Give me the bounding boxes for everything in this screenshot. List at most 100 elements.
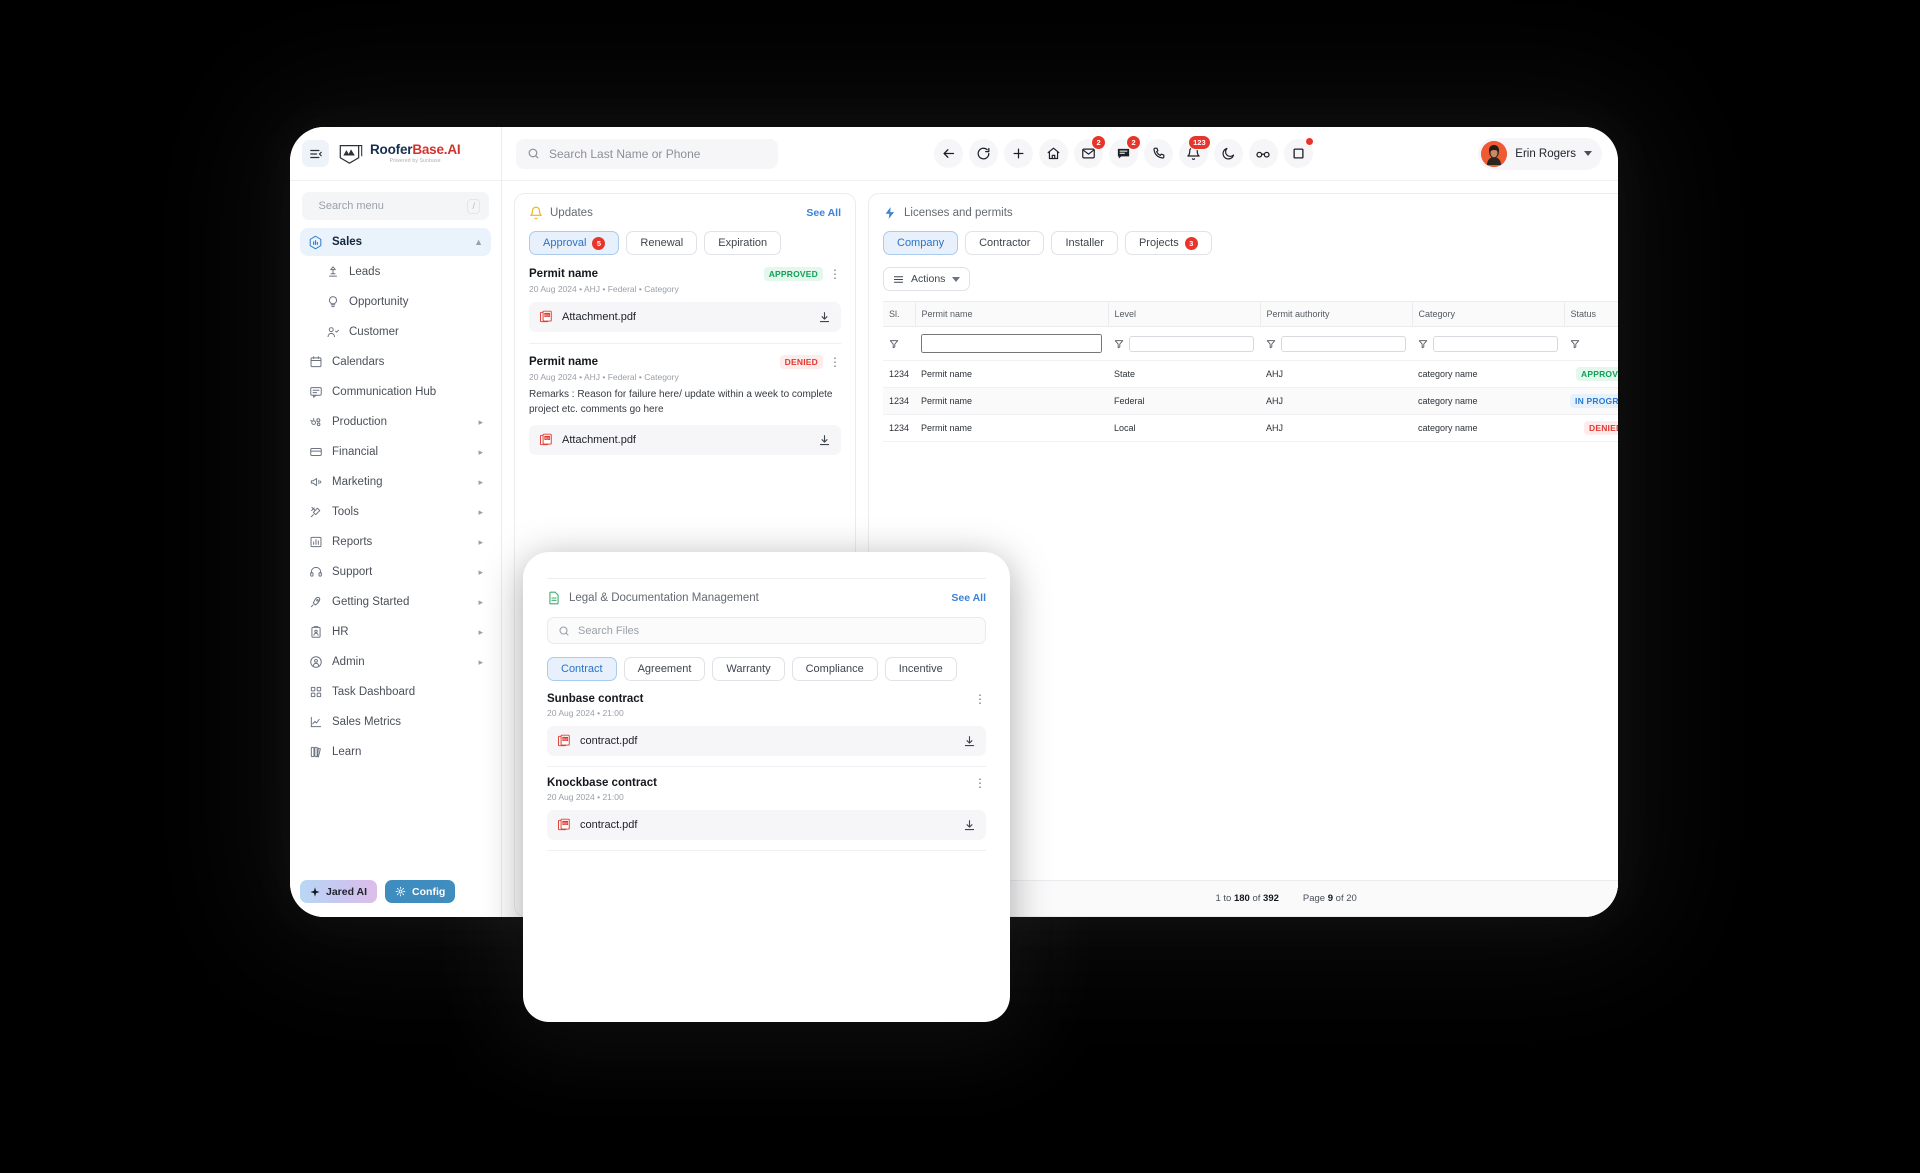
more-options-icon[interactable]: ⋮: [829, 356, 841, 368]
download-icon[interactable]: [818, 434, 831, 447]
update-item: Permit name DENIED ⋮ 20 Aug 2024 • AHJ • Fe…: [529, 355, 841, 466]
licenses-tab-projects[interactable]: Projects 3: [1124, 231, 1212, 255]
glasses-button[interactable]: [1248, 139, 1278, 168]
table-row[interactable]: 1234 Permit name Local AHJ category name DENI…: [883, 414, 1618, 442]
sidebar-item-marketing[interactable]: Marketing ▸: [300, 468, 491, 496]
download-icon[interactable]: [963, 735, 976, 748]
sidebar-item-support[interactable]: Support ▸: [300, 558, 491, 586]
leads-icon: [326, 265, 340, 280]
attachment-row[interactable]: PDF Attachment.pdf: [529, 425, 841, 455]
sidebar-item-opportunity[interactable]: Opportunity: [300, 288, 491, 316]
updates-tab-approval[interactable]: Approval 5: [529, 231, 620, 255]
grid-icon: [308, 685, 323, 700]
table-row[interactable]: 1234 Permit name Federal AHJ category name IN…: [883, 387, 1618, 415]
phone-button[interactable]: [1143, 139, 1173, 168]
filter-icon[interactable]: [1570, 339, 1580, 349]
sidebar-item-communication-hub[interactable]: Communication Hub: [300, 378, 491, 406]
filter-icon[interactable]: [1418, 339, 1428, 349]
update-remark: Remarks : Reason for failure here/ updat…: [529, 389, 833, 415]
more-options-icon[interactable]: ⋮: [829, 268, 841, 280]
documents-tab-agreement[interactable]: Agreement: [623, 657, 706, 681]
profile-menu[interactable]: Erin Rogers: [1478, 137, 1602, 170]
filter-icon[interactable]: [1266, 339, 1276, 349]
sidebar-item-label: Sales Metrics: [332, 716, 402, 728]
sidebar-item-tools[interactable]: Tools ▸: [300, 498, 491, 526]
jared-ai-button[interactable]: Jared AI: [300, 880, 378, 903]
chip-label: Contract: [561, 663, 603, 675]
bell-button[interactable]: 123: [1178, 135, 1211, 168]
cell-level: Local: [1108, 414, 1261, 442]
table-row[interactable]: 1234 Permit name State AHJ category name APPR…: [883, 360, 1618, 388]
customer-icon: [326, 325, 340, 340]
update-item-header: Permit name APPROVED ⋮: [529, 267, 841, 281]
modal-see-all-link[interactable]: See All: [951, 592, 986, 604]
global-search[interactable]: [516, 138, 778, 169]
filter-authority-input[interactable]: [1281, 335, 1407, 352]
sidebar-item-admin[interactable]: Admin ▸: [300, 648, 491, 676]
moon-button[interactable]: [1213, 139, 1243, 168]
sidebar-item-hr[interactable]: HR ▸: [300, 618, 491, 646]
actions-dropdown-button[interactable]: Actions: [883, 267, 971, 291]
jared-ai-label: Jared AI: [326, 885, 368, 898]
document-file-row[interactable]: PDF contract.pdf: [547, 726, 986, 756]
more-options-icon[interactable]: ⋮: [974, 777, 986, 789]
global-search-input[interactable]: [549, 146, 767, 161]
collapse-sidebar-button[interactable]: [302, 140, 329, 167]
col-header-authority[interactable]: Permit authority: [1259, 301, 1413, 327]
licenses-tab-company[interactable]: Company: [883, 231, 959, 255]
sidebar-item-sales[interactable]: Sales ▲: [300, 228, 491, 256]
brand-logo[interactable]: RooferBase.AI Powered by Sunbase: [338, 143, 461, 165]
sidebar-item-sales-metrics[interactable]: Sales Metrics: [300, 708, 491, 736]
sidebar-item-label: Sales: [332, 236, 363, 248]
sidebar-item-reports[interactable]: Reports ▸: [300, 528, 491, 556]
search-menu-input[interactable]: [318, 200, 461, 212]
filter-level-input[interactable]: [1129, 335, 1255, 352]
home-button[interactable]: [1038, 139, 1068, 168]
sidebar-item-calendars[interactable]: Calendars: [300, 348, 491, 376]
licenses-tab-contractor[interactable]: Contractor: [965, 231, 1045, 255]
mail-button[interactable]: 2: [1073, 135, 1106, 168]
documents-tab-compliance[interactable]: Compliance: [791, 657, 878, 681]
updates-see-all-link[interactable]: See All: [806, 207, 841, 219]
sales-icon: [308, 235, 323, 250]
plus-button[interactable]: [1003, 139, 1033, 168]
sidebar-search[interactable]: /: [302, 192, 489, 220]
filter-icon[interactable]: [1114, 339, 1124, 349]
refresh-button[interactable]: [968, 139, 998, 168]
documents-tab-incentive[interactable]: Incentive: [884, 657, 957, 681]
sidebar-item-label: Task Dashboard: [332, 686, 416, 698]
download-icon[interactable]: [963, 819, 976, 832]
filter-category-input[interactable]: [1433, 335, 1559, 352]
documents-tab-warranty[interactable]: Warranty: [712, 657, 785, 681]
sidebar-item-customer[interactable]: Customer: [300, 318, 491, 346]
col-header-sl[interactable]: Sl.: [883, 301, 916, 327]
message-button[interactable]: 2: [1108, 135, 1141, 168]
sidebar-item-getting-started[interactable]: Getting Started ▸: [300, 588, 491, 616]
sidebar-item-leads[interactable]: Leads: [300, 258, 491, 286]
sidebar-item-learn[interactable]: Learn: [300, 738, 491, 766]
download-icon[interactable]: [818, 311, 831, 324]
search-files-input[interactable]: [578, 624, 975, 637]
licenses-tab-installer[interactable]: Installer: [1051, 231, 1118, 255]
updates-tab-renewal[interactable]: Renewal: [626, 231, 698, 255]
file-search[interactable]: [547, 617, 986, 644]
filter-permit-name-input[interactable]: [921, 334, 1103, 353]
documents-tab-contract[interactable]: Contract: [547, 657, 617, 681]
back-arrow-button[interactable]: [933, 139, 963, 168]
col-header-permit[interactable]: Permit name: [914, 301, 1109, 327]
sidebar-item-production[interactable]: Production ▸: [300, 408, 491, 436]
rooferbase-logo-icon: [339, 144, 363, 164]
screen-root: RooferBase.AI Powered by Sunbase / Sales…: [0, 0, 1920, 1173]
document-file-row[interactable]: PDF contract.pdf: [547, 810, 986, 840]
config-button[interactable]: Config: [385, 880, 456, 903]
col-header-category[interactable]: Category: [1411, 301, 1565, 327]
attachment-row[interactable]: PDF Attachment.pdf: [529, 302, 841, 332]
sidebar-item-task-dashboard[interactable]: Task Dashboard: [300, 678, 491, 706]
updates-tab-expiration[interactable]: Expiration: [704, 231, 782, 255]
window-button[interactable]: [1283, 137, 1314, 168]
col-header-level[interactable]: Level: [1107, 301, 1261, 327]
more-options-icon[interactable]: ⋮: [974, 693, 986, 705]
col-header-status[interactable]: Status: [1563, 301, 1618, 327]
filter-icon[interactable]: [889, 339, 909, 349]
sidebar-item-financial[interactable]: Financial ▸: [300, 438, 491, 466]
